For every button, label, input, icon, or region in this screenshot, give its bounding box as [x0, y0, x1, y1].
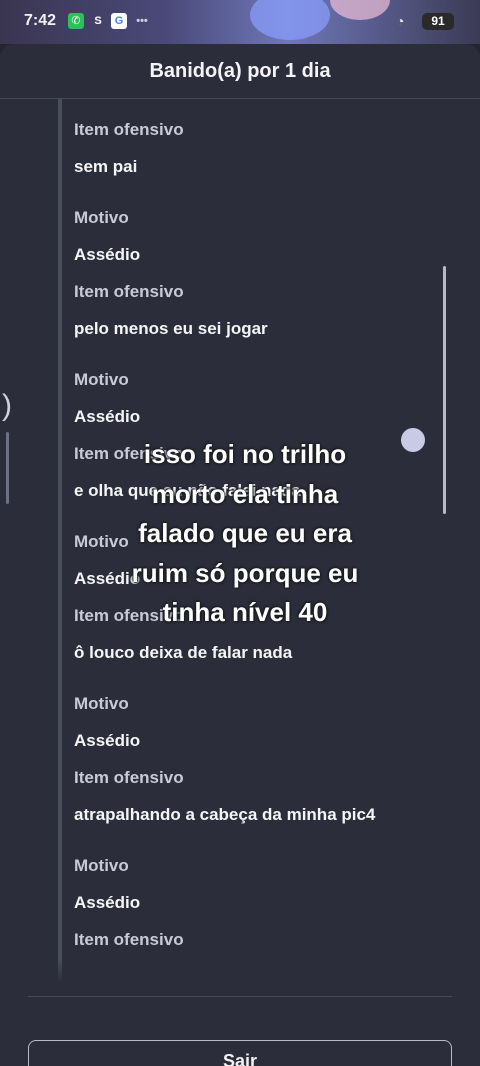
- entry-value: Assédio: [74, 731, 141, 750]
- video-caption: isso foi no trilho morto ela tinha falad…: [131, 439, 359, 627]
- entry-value: pelo menos eu sei jogar: [74, 319, 268, 338]
- report-entry: Motivo Assédio: [74, 685, 434, 759]
- entry-label: Item ofensivo: [74, 930, 184, 949]
- entry-label: Motivo: [74, 856, 129, 875]
- entry-label: Item ofensivo: [74, 768, 184, 787]
- more-dots-icon: •••: [136, 15, 148, 27]
- left-edge-bracket: ): [2, 389, 12, 422]
- entry-value: sem pai: [74, 157, 138, 176]
- scrollbar[interactable]: [443, 266, 446, 514]
- entry-label: Item ofensivo: [74, 282, 184, 301]
- whatsapp-icon: ✆: [68, 13, 84, 29]
- report-entry: Motivo Assédio: [74, 361, 434, 435]
- entry-value: atrapalhando a cabeça da minha pic4: [74, 805, 376, 824]
- report-entry: Item ofensivo sem pai: [74, 111, 434, 185]
- quote-bar: [58, 99, 62, 983]
- bottom-divider: [28, 996, 452, 997]
- s-icon: S: [94, 15, 102, 27]
- dialog-title: Banido(a) por 1 dia: [149, 60, 331, 82]
- scroll-knob[interactable]: [401, 428, 425, 452]
- entry-label: Item ofensivo: [74, 120, 184, 139]
- entry-label: Motivo: [74, 694, 129, 713]
- left-edge-handle[interactable]: [6, 432, 9, 504]
- background-scene: [250, 0, 330, 40]
- report-entry: Item ofensivo pelo menos eu sei jogar: [74, 273, 434, 347]
- exit-button[interactable]: Sair: [28, 1040, 452, 1066]
- wifi-icon: ◔: [396, 13, 405, 29]
- entry-value: Assédio: [74, 407, 141, 426]
- entry-value: Assédio: [74, 245, 141, 264]
- battery-indicator: 91: [422, 13, 454, 30]
- report-entry: Item ofensivo: [74, 921, 434, 958]
- status-bar: 7:42 ✆ S G ••• ◔ 91: [0, 0, 480, 44]
- entry-label: Motivo: [74, 208, 129, 227]
- background-scene-2: [330, 0, 390, 20]
- google-icon: G: [111, 13, 127, 29]
- entry-value: Assédio: [74, 893, 141, 912]
- status-time: 7:42: [24, 12, 57, 29]
- report-entry: Motivo Assédio: [74, 199, 434, 273]
- report-entry: Motivo Assédio: [74, 847, 434, 921]
- report-entry: Item ofensivo atrapalhando a cabeça da m…: [74, 759, 434, 833]
- entry-label: Motivo: [74, 370, 129, 389]
- list-fade: [58, 959, 450, 983]
- entry-value: ô louco deixa de falar nada: [74, 643, 293, 662]
